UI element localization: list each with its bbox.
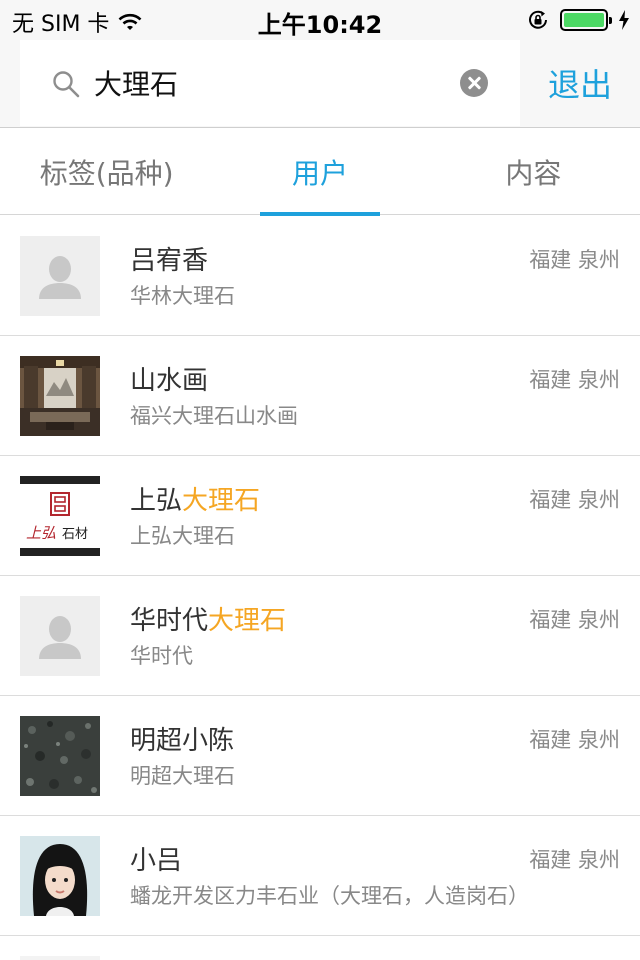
user-row[interactable]: 吕宥香 华林大理石 福建 泉州: [0, 216, 640, 336]
svg-text:石材: 石材: [62, 527, 88, 542]
svg-text:上弘: 上弘: [26, 524, 56, 542]
tab-tags[interactable]: 标签(品种): [0, 129, 213, 215]
user-location: 福建 泉州: [529, 368, 620, 392]
user-company: 华林大理石: [130, 284, 235, 308]
battery-icon: [560, 9, 612, 31]
user-company: 蟠龙开发区力丰石业（大理石，人造岗石）: [130, 884, 529, 908]
user-name: 明超小陈: [130, 726, 235, 756]
battery-level: [564, 13, 604, 27]
user-location: 福建 泉州: [529, 488, 620, 512]
user-result-list: 吕宥香 华林大理石 福建 泉州 山水画 福兴大理石山水画 福建 泉州 上弘 石材…: [0, 216, 640, 960]
user-company: 明超大理石: [130, 764, 235, 788]
user-company: 福兴大理石山水画: [130, 404, 298, 428]
user-name: 小吕: [130, 846, 183, 876]
search-icon: [53, 71, 80, 98]
charging-bolt-icon: [619, 10, 629, 30]
user-location: 福建 泉州: [529, 608, 620, 632]
search-header: 退出: [0, 40, 640, 128]
portrait-photo-avatar: [20, 836, 100, 916]
user-row[interactable]: 小吕 蟠龙开发区力丰石业（大理石，人造岗石） 福建 泉州: [0, 816, 640, 936]
clear-search-icon[interactable]: [460, 69, 488, 97]
default-avatar-icon: [20, 236, 100, 316]
user-row[interactable]: 华时代大理石 华时代 福建 泉州: [0, 576, 640, 696]
default-avatar-icon: [20, 596, 100, 676]
tab-content[interactable]: 内容: [427, 129, 640, 215]
exit-button[interactable]: 退出: [520, 40, 640, 126]
user-location: 福建 泉州: [529, 848, 620, 872]
user-company: 上弘大理石: [130, 524, 235, 548]
search-box[interactable]: [20, 40, 520, 126]
user-row[interactable]: 上弘 石材 上弘大理石 上弘大理石 福建 泉州: [0, 456, 640, 576]
search-input[interactable]: [94, 62, 454, 104]
rotation-lock-icon: [529, 10, 547, 29]
status-right: [526, 8, 630, 32]
user-location: 福建 泉州: [529, 248, 620, 272]
shanghong-logo-avatar: 上弘 石材: [20, 476, 100, 556]
user-row[interactable]: 山水画 福兴大理石山水画 福建 泉州: [0, 336, 640, 456]
user-row-partial[interactable]: [0, 936, 640, 960]
user-location: 福建 泉州: [529, 728, 620, 752]
user-company: 华时代: [130, 644, 193, 668]
status-bar: 无 SIM 卡 上午10:42: [0, 0, 640, 40]
user-name: 吕宥香: [130, 246, 209, 276]
search-tabs: 标签(品种) 用户 内容: [0, 129, 640, 216]
user-name: 山水画: [130, 366, 209, 396]
user-name: 上弘大理石: [130, 486, 261, 516]
user-row[interactable]: 明超小陈 明超大理石 福建 泉州: [0, 696, 640, 816]
granite-texture-avatar: [20, 716, 100, 796]
avatar: [20, 956, 100, 960]
interior-photo-avatar: [20, 356, 100, 436]
tab-users[interactable]: 用户: [213, 129, 426, 216]
user-name: 华时代大理石: [130, 606, 287, 636]
